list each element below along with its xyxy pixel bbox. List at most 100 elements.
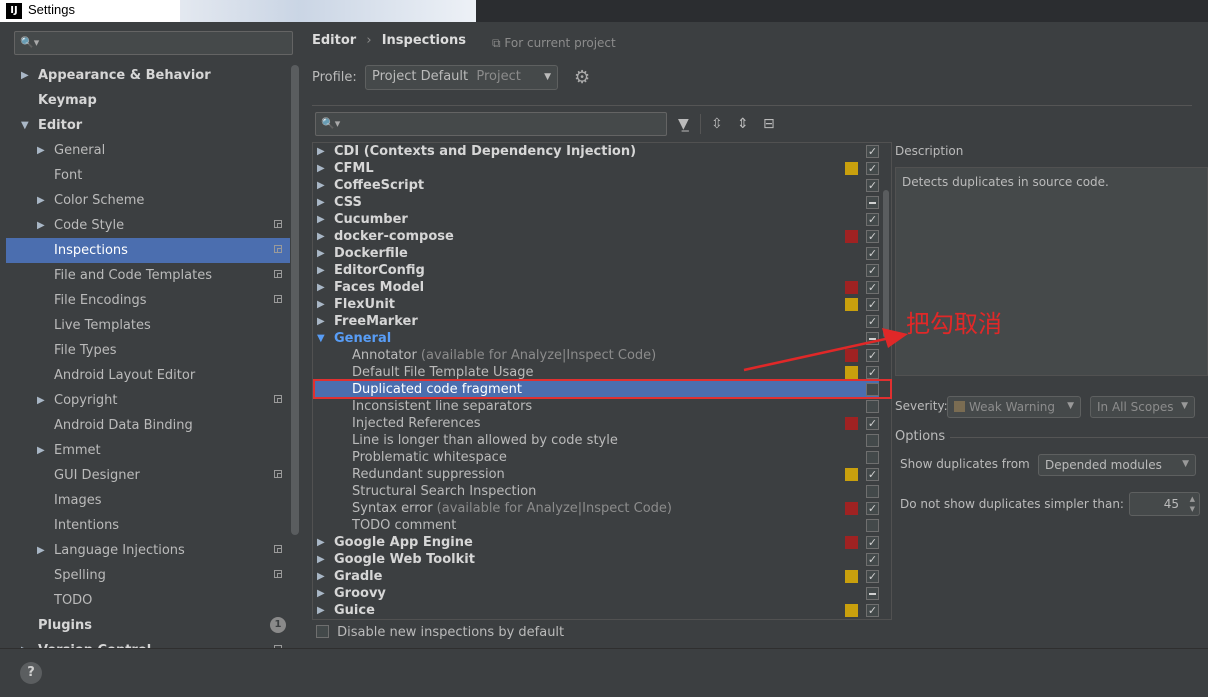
- inspection-group-row[interactable]: ▶ Google App Engine: [313, 534, 879, 551]
- inspection-row[interactable]: Problematic whitespace: [313, 449, 879, 466]
- chevron-right-icon[interactable]: ▶: [317, 534, 325, 551]
- sidebar-item-font[interactable]: Font: [0, 163, 290, 188]
- disable-new-checkbox[interactable]: [316, 625, 329, 638]
- sidebar-item-file-encodings[interactable]: File Encodings: [0, 288, 290, 313]
- sidebar-item-code-style[interactable]: ▶ Code Style: [0, 213, 290, 238]
- scope-dropdown[interactable]: In All Scopes ▼: [1090, 396, 1195, 418]
- show-duplicates-dropdown[interactable]: Depended modules ▼: [1038, 454, 1196, 476]
- inspection-checkbox[interactable]: [866, 298, 879, 311]
- chevron-right-icon[interactable]: ▶: [317, 313, 325, 330]
- chevron-right-icon[interactable]: ▶: [37, 538, 45, 563]
- inspection-row[interactable]: Injected References: [313, 415, 879, 432]
- sidebar-item-images[interactable]: Images: [0, 488, 290, 513]
- inspection-group-row[interactable]: ▶ docker-compose: [313, 228, 879, 245]
- inspection-checkbox[interactable]: [866, 468, 879, 481]
- sidebar-item-android-layout-editor[interactable]: Android Layout Editor: [0, 363, 290, 388]
- inspection-checkbox[interactable]: [866, 587, 879, 600]
- sidebar-item-keymap[interactable]: Keymap: [0, 88, 290, 113]
- sidebar-item-todo[interactable]: TODO: [0, 588, 290, 613]
- inspection-group-row[interactable]: ▶ Guice: [313, 602, 879, 619]
- reset-icon[interactable]: ⊟: [763, 116, 775, 132]
- inspection-checkbox[interactable]: [866, 162, 879, 175]
- inspection-row[interactable]: Redundant suppression: [313, 466, 879, 483]
- filter-icon[interactable]: ▼̲: [678, 116, 689, 132]
- inspection-group-row[interactable]: ▶ Gradle: [313, 568, 879, 585]
- settings-search-input[interactable]: 🔍▾: [14, 31, 293, 55]
- inspection-checkbox[interactable]: [866, 230, 879, 243]
- chevron-right-icon[interactable]: ▶: [317, 262, 325, 279]
- sidebar-item-emmet[interactable]: ▶ Emmet: [0, 438, 290, 463]
- sidebar-item-live-templates[interactable]: Live Templates: [0, 313, 290, 338]
- inspection-checkbox[interactable]: [866, 570, 879, 583]
- chevron-right-icon[interactable]: ▶: [317, 296, 325, 313]
- inspection-row[interactable]: TODO comment: [313, 517, 879, 534]
- profile-dropdown[interactable]: Project Default Project ▼: [365, 65, 558, 90]
- chevron-right-icon[interactable]: ▶: [317, 211, 325, 228]
- chevron-right-icon[interactable]: ▶: [21, 63, 29, 88]
- chevron-right-icon[interactable]: ▶: [37, 438, 45, 463]
- inspection-checkbox[interactable]: [866, 451, 879, 464]
- chevron-right-icon[interactable]: ▶: [317, 585, 325, 602]
- inspection-checkbox[interactable]: [866, 196, 879, 209]
- sidebar-item-color-scheme[interactable]: ▶ Color Scheme: [0, 188, 290, 213]
- inspection-checkbox[interactable]: [866, 400, 879, 413]
- sidebar-item-gui-designer[interactable]: GUI Designer: [0, 463, 290, 488]
- spinner-arrows-icon[interactable]: ▲ ▼: [1190, 494, 1195, 514]
- sidebar-item-file-types[interactable]: File Types: [0, 338, 290, 363]
- sidebar-item-inspections[interactable]: Inspections: [6, 238, 290, 263]
- inspection-group-row[interactable]: ▶ EditorConfig: [313, 262, 879, 279]
- chevron-down-icon[interactable]: ▼: [317, 330, 325, 347]
- sidebar-item-android-data-binding[interactable]: Android Data Binding: [0, 413, 290, 438]
- inspection-checkbox[interactable]: [866, 502, 879, 515]
- inspection-checkbox[interactable]: [866, 519, 879, 532]
- chevron-right-icon[interactable]: ▶: [37, 188, 45, 213]
- inspections-scrollbar[interactable]: [883, 190, 889, 338]
- inspection-group-row[interactable]: ▶ CSS: [313, 194, 879, 211]
- inspection-checkbox[interactable]: [866, 281, 879, 294]
- sidebar-item-file-and-code-templates[interactable]: File and Code Templates: [0, 263, 290, 288]
- severity-dropdown[interactable]: Weak Warning ▼: [947, 396, 1081, 418]
- sidebar-item-spelling[interactable]: Spelling: [0, 563, 290, 588]
- inspection-checkbox[interactable]: [866, 536, 879, 549]
- inspection-group-row[interactable]: ▶ Dockerfile: [313, 245, 879, 262]
- chevron-right-icon[interactable]: ▶: [317, 177, 325, 194]
- chevron-right-icon[interactable]: ▶: [37, 388, 45, 413]
- inspection-checkbox[interactable]: [866, 213, 879, 226]
- chevron-right-icon[interactable]: ▶: [317, 551, 325, 568]
- sidebar-item-intentions[interactable]: Intentions: [0, 513, 290, 538]
- inspection-group-row[interactable]: ▶ FlexUnit: [313, 296, 879, 313]
- chevron-right-icon[interactable]: ▶: [317, 194, 325, 211]
- inspection-group-row[interactable]: ▶ Cucumber: [313, 211, 879, 228]
- chevron-right-icon[interactable]: ▶: [317, 602, 325, 619]
- inspection-checkbox[interactable]: [866, 434, 879, 447]
- help-icon[interactable]: ?: [20, 662, 42, 684]
- inspection-row[interactable]: Line is longer than allowed by code styl…: [313, 432, 879, 449]
- inspection-group-row[interactable]: ▶ Google Web Toolkit: [313, 551, 879, 568]
- chevron-down-icon[interactable]: ▼: [21, 113, 29, 138]
- gear-icon[interactable]: ⚙: [574, 67, 590, 88]
- sidebar-item-language-injections[interactable]: ▶ Language Injections: [0, 538, 290, 563]
- inspection-checkbox[interactable]: [866, 247, 879, 260]
- inspection-checkbox[interactable]: [866, 145, 879, 158]
- sidebar-item-appearance-behavior[interactable]: ▶ Appearance & Behavior: [0, 63, 290, 88]
- inspection-row[interactable]: Structural Search Inspection: [313, 483, 879, 500]
- inspection-group-row[interactable]: ▶ Groovy: [313, 585, 879, 602]
- inspection-checkbox[interactable]: [866, 604, 879, 617]
- inspection-group-row[interactable]: ▶ Faces Model: [313, 279, 879, 296]
- chevron-right-icon[interactable]: ▶: [317, 279, 325, 296]
- disable-new-inspections[interactable]: Disable new inspections by default: [316, 623, 564, 640]
- chevron-right-icon[interactable]: ▶: [317, 245, 325, 262]
- sidebar-item-copyright[interactable]: ▶ Copyright: [0, 388, 290, 413]
- inspection-checkbox[interactable]: [866, 485, 879, 498]
- inspection-group-row[interactable]: ▶ CFML: [313, 160, 879, 177]
- min-size-spinner[interactable]: 45 ▲ ▼: [1129, 492, 1200, 516]
- chevron-right-icon[interactable]: ▶: [317, 228, 325, 245]
- expand-all-icon[interactable]: ⇳: [711, 116, 723, 132]
- inspection-checkbox[interactable]: [866, 417, 879, 430]
- inspection-group-row[interactable]: ▶ CDI (Contexts and Dependency Injection): [313, 143, 879, 160]
- inspection-row[interactable]: Inconsistent line separators: [313, 398, 879, 415]
- sidebar-item-plugins[interactable]: Plugins 1: [0, 613, 290, 638]
- chevron-right-icon[interactable]: ▶: [37, 138, 45, 163]
- sidebar-item-editor[interactable]: ▼ Editor: [0, 113, 290, 138]
- inspection-checkbox[interactable]: [866, 264, 879, 277]
